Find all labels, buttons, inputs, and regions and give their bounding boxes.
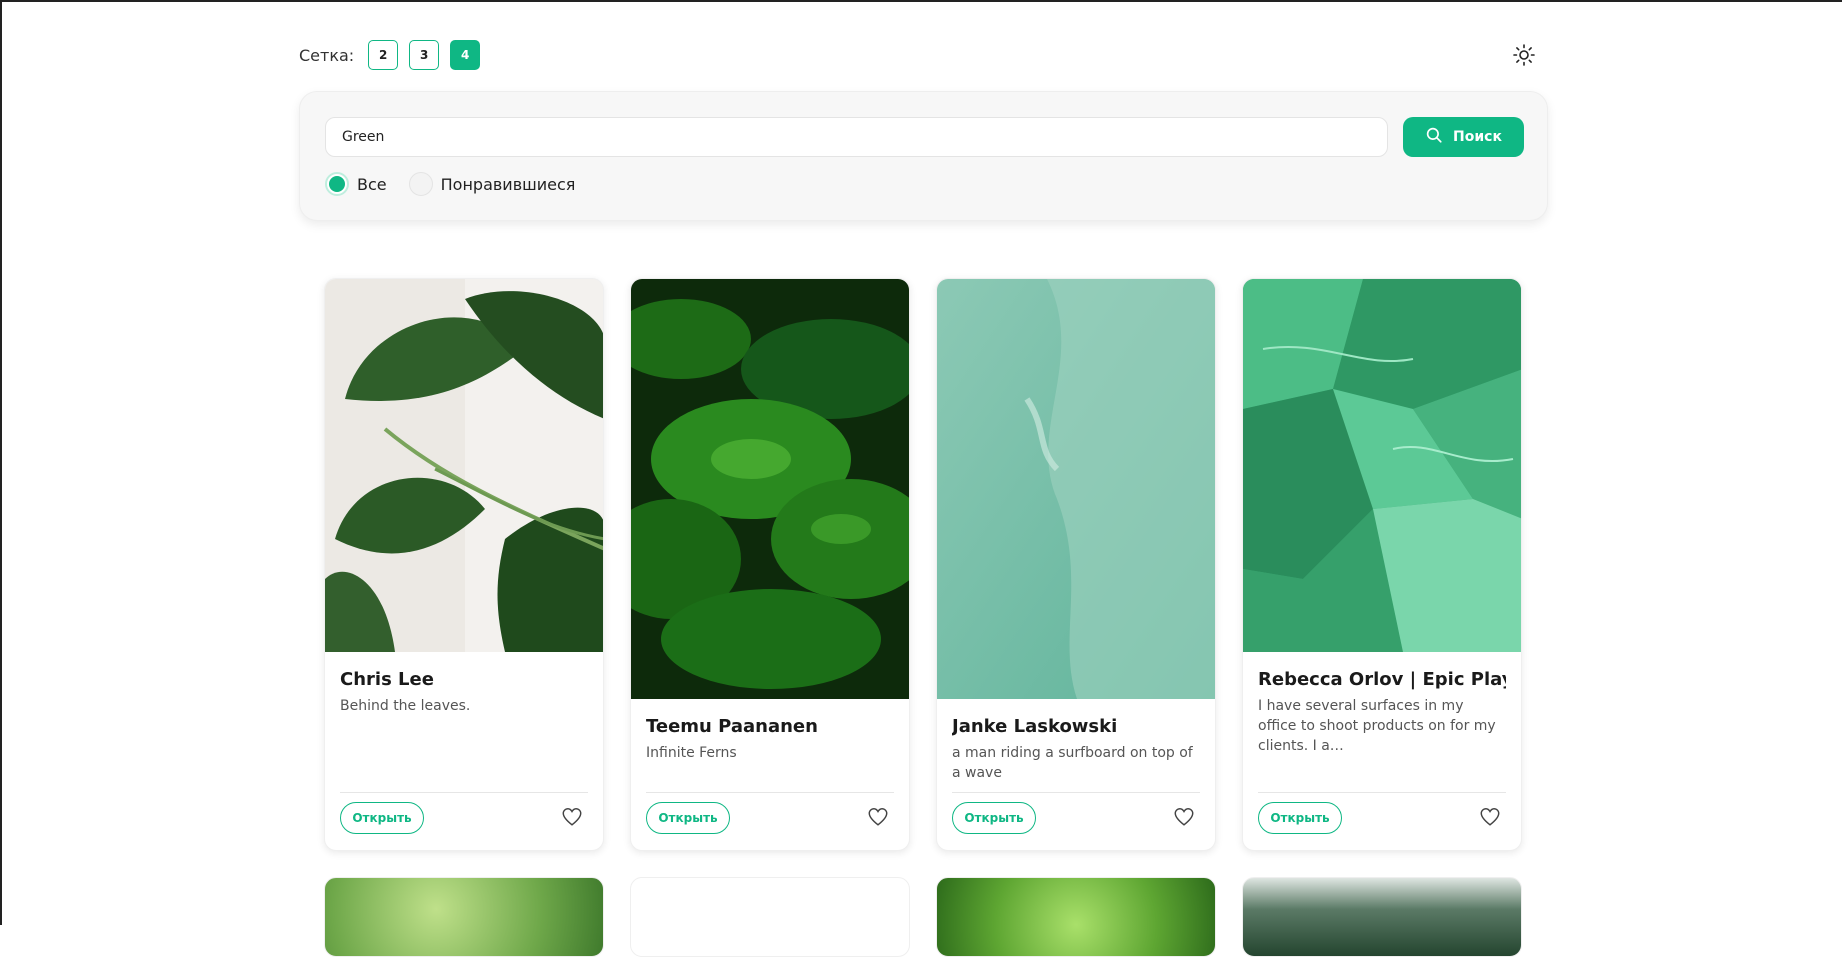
card-image-wave[interactable] [937, 279, 1215, 699]
grid-2-button[interactable]: 2 [368, 40, 399, 70]
open-button[interactable]: Открыть [340, 802, 424, 834]
card-description: Behind the leaves. [340, 698, 471, 714]
photo-card: Chris Lee Behind the leaves. Открыть [324, 278, 604, 851]
heart-icon[interactable] [561, 806, 583, 828]
photo-card: Janke Laskowski a man riding a surfboard… [936, 278, 1216, 851]
card-title: Teemu Paananen [646, 716, 818, 737]
photo-card-partial[interactable] [630, 877, 910, 957]
heart-icon[interactable] [1173, 806, 1195, 828]
card-body: Janke Laskowski a man riding a surfboard… [952, 716, 1200, 783]
card-image-marble[interactable] [1243, 279, 1521, 652]
card-description: Infinite Ferns [646, 745, 737, 761]
card-description: a man riding a surfboard on top of a wav… [952, 745, 1193, 781]
open-button[interactable]: Открыть [646, 802, 730, 834]
card-title: Janke Laskowski [952, 716, 1118, 737]
card-footer: Открыть [646, 792, 894, 835]
grid-label: Сетка: [299, 45, 355, 65]
filter-liked-radio[interactable]: Понравившиеся [408, 172, 576, 196]
photo-card: Rebecca Orlov | Epic Playdate I have sev… [1242, 278, 1522, 851]
radio-indicator-checked[interactable] [325, 172, 349, 196]
photo-card: Teemu Paananen Infinite Ferns Открыть [630, 278, 910, 851]
card-image-monstera[interactable] [325, 279, 603, 652]
heart-icon[interactable] [1479, 806, 1501, 828]
search-button[interactable]: Поиск [1403, 117, 1524, 157]
open-button[interactable]: Открыть [952, 802, 1036, 834]
search-button-label: Поиск [1453, 129, 1502, 145]
card-body: Chris Lee Behind the leaves. [340, 669, 588, 716]
radio-indicator[interactable] [408, 172, 433, 196]
photo-card-partial[interactable] [1242, 877, 1522, 957]
grid-4-button[interactable]: 4 [450, 40, 481, 70]
photo-card-partial[interactable] [324, 877, 604, 957]
card-title: Chris Lee [340, 669, 434, 690]
filter-radio-group: Все Понравившиеся [325, 172, 597, 196]
filter-all-label: Все [357, 174, 387, 194]
search-input[interactable] [325, 117, 1388, 157]
card-image-ferns[interactable] [631, 279, 909, 699]
card-footer: Открыть [1258, 792, 1506, 835]
grid-3-button[interactable]: 3 [409, 40, 440, 70]
grid-toolbar: Сетка: 2 3 4 [299, 38, 1548, 72]
open-button[interactable]: Открыть [1258, 802, 1342, 834]
heart-icon[interactable] [867, 806, 889, 828]
sun-icon[interactable] [1512, 43, 1536, 67]
card-body: Rebecca Orlov | Epic Playdate I have sev… [1258, 669, 1506, 756]
filter-liked-label: Понравившиеся [440, 174, 576, 194]
photo-card-partial[interactable] [936, 877, 1216, 957]
filter-all-radio[interactable]: Все [325, 172, 387, 196]
search-panel: Поиск Все Понравившиеся [299, 91, 1548, 221]
card-body: Teemu Paananen Infinite Ferns [646, 716, 894, 763]
card-footer: Открыть [340, 792, 588, 835]
card-footer: Открыть [952, 792, 1200, 835]
card-title: Rebecca Orlov | Epic Playdate [1258, 669, 1506, 690]
card-description: I have several surfaces in my office to … [1258, 698, 1496, 754]
search-icon [1425, 126, 1443, 148]
